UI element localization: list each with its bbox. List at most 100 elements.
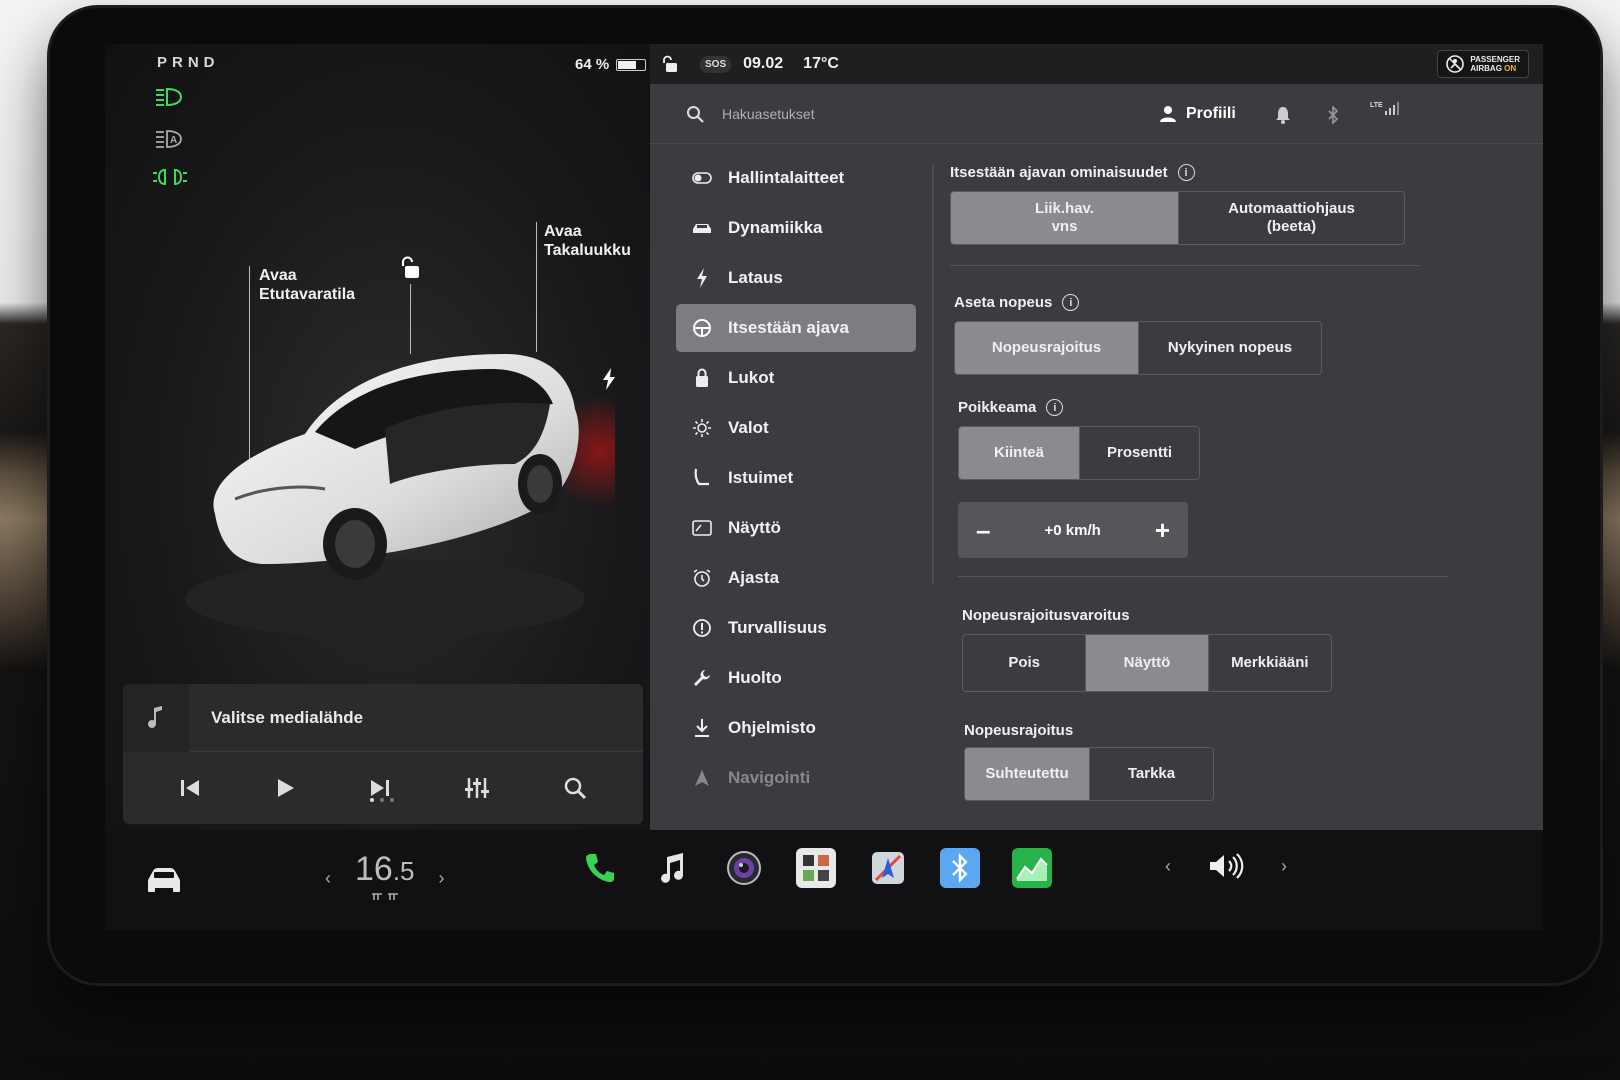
media-source-row[interactable]: Valitse medialähde bbox=[123, 683, 643, 752]
energy-app-icon[interactable] bbox=[1012, 848, 1052, 888]
speed-limit-title: Nopeusrajoitus bbox=[964, 722, 1074, 739]
option-relative[interactable]: Suhteutettu bbox=[965, 748, 1089, 800]
option-fixed[interactable]: Kiinteä bbox=[959, 427, 1079, 479]
menu-item-navigointi[interactable]: Navigointi bbox=[676, 754, 916, 802]
bluetooth-app-icon[interactable] bbox=[940, 848, 980, 888]
alert-icon bbox=[692, 618, 712, 638]
menu-item-label: Näyttö bbox=[728, 518, 781, 537]
option-speed-limit[interactable]: Nopeusrajoitus bbox=[955, 322, 1138, 374]
info-icon[interactable]: i bbox=[1177, 164, 1195, 181]
option-autosteer-beta[interactable]: Automaattiohjaus (beeta) bbox=[1178, 192, 1404, 244]
menu-item-ohjelmisto[interactable]: Ohjelmisto bbox=[676, 704, 916, 752]
option-percentage[interactable]: Prosentti bbox=[1079, 427, 1199, 479]
option-chime[interactable]: Merkkiääni bbox=[1207, 635, 1331, 691]
option-absolute[interactable]: Tarkka bbox=[1089, 748, 1213, 800]
settings-topbar: Profiili LTE bbox=[650, 84, 1543, 144]
cabin-temperature[interactable]: 16.5 bbox=[355, 850, 415, 889]
offset-value: +0 km/h bbox=[1044, 521, 1101, 539]
clock: 09.02 bbox=[743, 55, 784, 72]
menu-item-lataus[interactable]: Lataus bbox=[676, 254, 916, 302]
media-search-icon[interactable] bbox=[563, 776, 587, 800]
speed-limit-selector: Suhteutettu Tarkka bbox=[964, 747, 1214, 801]
open-rear-trunk[interactable]: Avaa Takaluukku bbox=[544, 222, 631, 260]
battery-status: 64 % bbox=[575, 56, 647, 73]
menu-item-label: Ajasta bbox=[728, 568, 780, 587]
section-divider bbox=[958, 576, 1448, 577]
car-icon bbox=[692, 218, 712, 238]
temp-down-button[interactable]: ‹ bbox=[325, 868, 331, 889]
menu-item-näyttö[interactable]: Näyttö bbox=[676, 504, 916, 552]
menu-item-huolto[interactable]: Huolto bbox=[676, 654, 916, 702]
menu-divider bbox=[932, 164, 934, 584]
equalizer-icon[interactable] bbox=[464, 776, 490, 800]
phone-icon[interactable] bbox=[580, 848, 620, 888]
option-current-speed[interactable]: Nykyinen nopeus bbox=[1138, 322, 1321, 374]
taskbar: ‹ 16.5 › ‹ › bbox=[105, 830, 1543, 930]
option-display[interactable]: Näyttö bbox=[1085, 635, 1208, 691]
media-source-label: Valitse medialähde bbox=[211, 707, 364, 727]
menu-item-itsestään-ajava[interactable]: Itsestään ajava bbox=[676, 304, 916, 352]
autopilot-settings: Itsestään ajavan ominaisuudet i Liik.hav… bbox=[950, 164, 1510, 801]
section-divider bbox=[950, 265, 1420, 266]
menu-item-valot[interactable]: Valot bbox=[676, 404, 916, 452]
play-icon[interactable] bbox=[274, 777, 296, 799]
unlock-icon[interactable] bbox=[399, 256, 421, 280]
speed-limit-warning-selector: Pois Näyttö Merkkiääni bbox=[962, 634, 1332, 692]
airbag-icon bbox=[1446, 55, 1465, 73]
auto-highbeam-icon[interactable]: A bbox=[153, 126, 187, 152]
menu-item-label: Hallintalaitteet bbox=[728, 168, 845, 187]
settings-search[interactable] bbox=[686, 105, 1022, 123]
music-note-icon bbox=[123, 683, 189, 752]
menu-item-dynamiikka[interactable]: Dynamiikka bbox=[676, 204, 916, 252]
sun-icon bbox=[692, 418, 712, 438]
music-icon[interactable] bbox=[652, 848, 692, 888]
open-front-trunk[interactable]: Avaa Etutavaratila bbox=[259, 266, 355, 304]
temp-up-button[interactable]: › bbox=[439, 868, 445, 889]
autopilot-features-title: Itsestään ajavan ominaisuudet i bbox=[950, 164, 1510, 181]
bluetooth-icon[interactable] bbox=[1326, 106, 1340, 124]
info-icon[interactable]: i bbox=[1062, 294, 1080, 311]
seat-heater-icon[interactable] bbox=[370, 892, 400, 902]
scene: PRND 64 % A Avaa Etutavaratila Avaa Taka… bbox=[0, 0, 1620, 1080]
parking-lights-icon[interactable] bbox=[153, 164, 187, 190]
increase-button[interactable]: + bbox=[1155, 515, 1170, 546]
media-player: Valitse medialähde bbox=[123, 683, 643, 824]
offset-title: Poikkeama i bbox=[958, 399, 1510, 416]
headlight-icon[interactable] bbox=[153, 84, 187, 110]
passenger-airbag-indicator: PASSENGER AIRBAG ON bbox=[1437, 50, 1529, 78]
lock-status-icon[interactable] bbox=[662, 55, 678, 73]
menu-item-hallintalaitteet[interactable]: Hallintalaitteet bbox=[676, 154, 916, 202]
volume-icon[interactable] bbox=[1207, 852, 1245, 880]
next-track-icon[interactable] bbox=[369, 777, 391, 799]
settings-menu: Hallintalaitteet Dynamiikka Lataus Itsestää… bbox=[676, 154, 916, 804]
info-icon[interactable]: i bbox=[1046, 399, 1064, 416]
volume-down-button[interactable]: ‹ bbox=[1165, 856, 1171, 877]
outside-temp: 17°C bbox=[803, 55, 839, 72]
decrease-button[interactable]: – bbox=[976, 515, 990, 546]
bolt-icon bbox=[692, 268, 712, 288]
display-icon bbox=[692, 518, 712, 538]
car-icon[interactable] bbox=[145, 866, 183, 892]
sos-button[interactable]: SOS bbox=[700, 55, 732, 73]
previous-track-icon[interactable] bbox=[179, 777, 201, 799]
volume-up-button[interactable]: › bbox=[1281, 856, 1287, 877]
volume-control: ‹ › bbox=[1165, 852, 1287, 880]
menu-item-label: Itsestään ajava bbox=[728, 318, 849, 337]
toybox-icon[interactable] bbox=[796, 848, 836, 888]
camera-icon[interactable] bbox=[724, 848, 764, 888]
set-speed-title: Aseta nopeus i bbox=[954, 294, 1510, 311]
bell-icon[interactable] bbox=[1275, 106, 1291, 124]
menu-item-label: Dynamiikka bbox=[728, 218, 823, 237]
option-traffic-aware-cruise[interactable]: Liik.hav. vns bbox=[951, 192, 1178, 244]
menu-item-lukot[interactable]: Lukot bbox=[676, 354, 916, 402]
menu-item-ajasta[interactable]: Ajasta bbox=[676, 554, 916, 602]
menu-item-label: Ohjelmisto bbox=[728, 718, 816, 737]
navigation-app-icon[interactable] bbox=[868, 848, 908, 888]
gear-selector: PRND bbox=[157, 54, 220, 71]
search-input[interactable] bbox=[722, 105, 1022, 122]
touchscreen: PRND 64 % A Avaa Etutavaratila Avaa Taka… bbox=[105, 44, 1543, 830]
menu-item-istuimet[interactable]: Istuimet bbox=[676, 454, 916, 502]
profile-button[interactable]: Profiili bbox=[1160, 105, 1236, 123]
menu-item-turvallisuus[interactable]: Turvallisuus bbox=[676, 604, 916, 652]
option-off[interactable]: Pois bbox=[963, 635, 1085, 691]
